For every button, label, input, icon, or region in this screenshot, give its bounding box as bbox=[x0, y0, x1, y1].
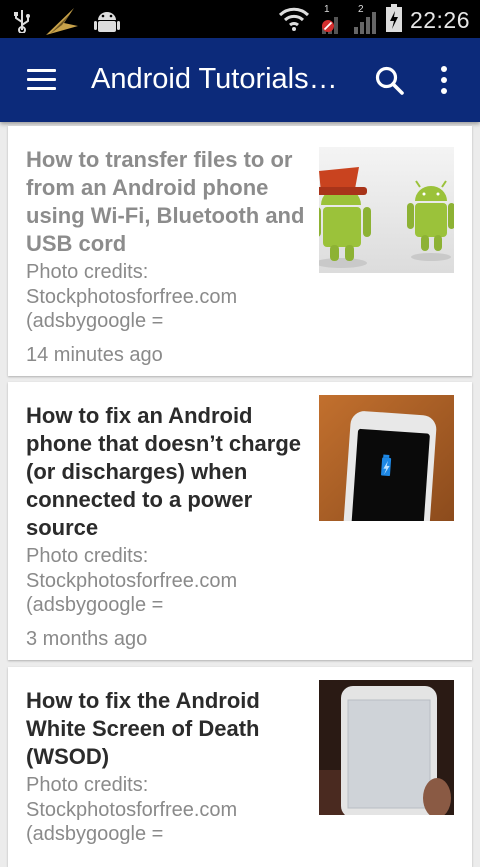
article-time: 14 minutes ago bbox=[26, 343, 163, 366]
article-text: How to fix the Android White Screen of D… bbox=[26, 687, 306, 847]
status-bar: 1 2 22:26 bbox=[0, 0, 480, 38]
phone-charging-image bbox=[319, 395, 454, 521]
article-title: How to transfer files to or from an Andr… bbox=[26, 147, 305, 256]
article-text: How to transfer files to or from an Andr… bbox=[26, 146, 306, 367]
article-card[interactable]: How to fix an Android phone that doesn’t… bbox=[8, 382, 472, 660]
android-debug-icon bbox=[94, 9, 120, 38]
usb-icon bbox=[14, 9, 30, 38]
overflow-icon[interactable] bbox=[430, 65, 458, 97]
battery-charging-icon bbox=[385, 4, 402, 37]
article-title: How to fix an Android phone that doesn’t… bbox=[26, 403, 302, 540]
article-card[interactable]: How to fix the Android White Screen of D… bbox=[8, 667, 472, 867]
star-trek-icon bbox=[44, 6, 80, 41]
article-title: How to fix the Android White Screen of D… bbox=[26, 688, 260, 769]
sim1-label: 1 bbox=[323, 3, 330, 15]
menu-icon[interactable] bbox=[27, 69, 56, 91]
wifi-icon bbox=[278, 5, 310, 36]
page-title: Android Tutorials… bbox=[91, 63, 338, 95]
sim2-label: 2 bbox=[357, 3, 364, 15]
signal-sim2-icon: 2 bbox=[352, 3, 378, 35]
app-bar: Android Tutorials… bbox=[0, 38, 480, 122]
status-time: 22:26 bbox=[409, 7, 470, 33]
article-text: How to fix an Android phone that doesn’t… bbox=[26, 402, 306, 651]
two-android-figures-image bbox=[319, 147, 454, 273]
white-screen-phone-image bbox=[319, 680, 454, 815]
article-card[interactable]: How to transfer files to or from an Andr… bbox=[8, 126, 472, 376]
article-description: Photo credits: Stockphotosforfree.com (a… bbox=[26, 774, 238, 845]
signal-sim1-icon: 1 bbox=[318, 3, 344, 35]
article-description: Photo credits: Stockphotosforfree.com (a… bbox=[26, 545, 238, 616]
search-icon[interactable] bbox=[374, 65, 406, 97]
article-time: 3 months ago bbox=[26, 627, 148, 650]
article-description: Photo credits: Stockphotosforfree.com (a… bbox=[26, 261, 238, 332]
